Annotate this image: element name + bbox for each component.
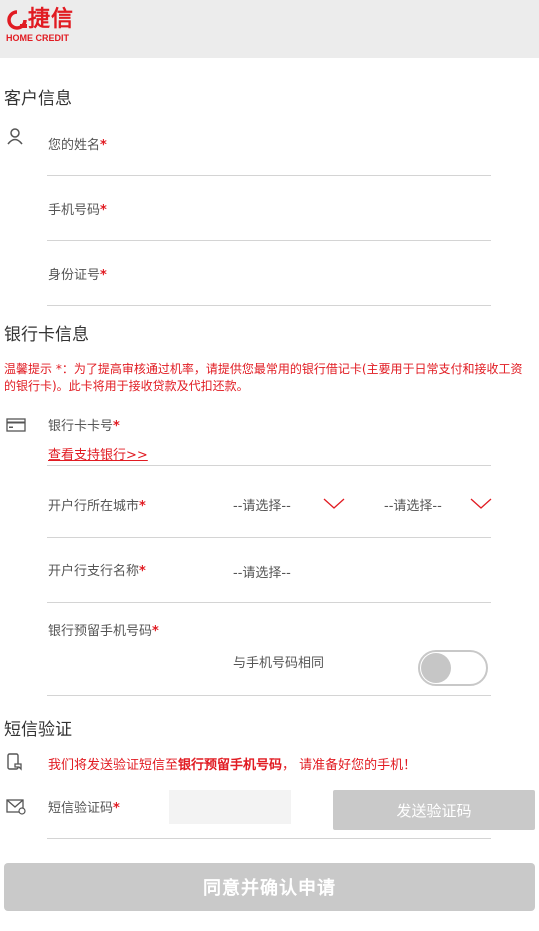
bank-card-icon (6, 418, 26, 432)
id-number-field[interactable] (47, 305, 491, 306)
header-bar: 捷信 HOME CREDIT (0, 0, 539, 58)
card-number-label: 银行卡卡号* (48, 419, 120, 434)
divider (47, 695, 491, 696)
phone-label: 手机号码* (48, 203, 107, 218)
user-icon (7, 128, 23, 145)
id-number-label: 身份证号* (48, 268, 107, 283)
same-phone-label: 与手机号码相同 (233, 656, 325, 671)
supported-banks-link[interactable]: 查看支持银行>> (48, 444, 148, 463)
reserved-phone-label: 银行预留手机号码* (48, 624, 159, 639)
toggle-knob (421, 653, 451, 683)
divider (47, 838, 491, 839)
city-label: 开户行所在城市* (48, 499, 146, 514)
chevron-down-icon[interactable] (323, 498, 345, 510)
section-title-customer: 客户信息 (4, 89, 72, 109)
bank-notice: 温馨提示 *：为了提高审核通过机率，请提供您最常用的银行借记卡(主要用于日常支付… (4, 362, 523, 393)
branch-label: 开户行支行名称* (48, 564, 146, 579)
divider (47, 537, 491, 538)
divider (47, 602, 491, 603)
section-title-bank: 银行卡信息 (4, 325, 89, 345)
sms-notice: 我们将发送验证短信至银行预留手机号码， 请准备好您的手机！ (48, 758, 417, 773)
name-field[interactable] (47, 175, 491, 176)
phone-sms-icon (7, 753, 22, 771)
submit-button[interactable]: 同意并确认申请 (4, 863, 535, 911)
name-label: 您的姓名* (48, 138, 107, 153)
province-select[interactable]: --请选择-- (233, 495, 291, 514)
card-number-field[interactable] (47, 465, 491, 466)
home-credit-logo: 捷信 HOME CREDIT (6, 6, 96, 46)
logo-text-cn: 捷信 (28, 7, 75, 32)
logo-text-en: HOME CREDIT (6, 33, 69, 43)
send-code-button[interactable]: 发送验证码 (333, 790, 535, 830)
city-select[interactable]: --请选择-- (384, 495, 442, 514)
phone-field[interactable] (47, 240, 491, 241)
chevron-down-icon[interactable] (470, 498, 492, 510)
same-phone-toggle[interactable] (418, 650, 488, 686)
sms-code-input[interactable] (169, 790, 291, 824)
logo-mark-icon (7, 10, 27, 30)
branch-select[interactable]: --请选择-- (233, 562, 291, 581)
section-title-sms: 短信验证 (4, 720, 72, 740)
envelope-icon (6, 799, 26, 815)
sms-code-label: 短信验证码* (48, 801, 120, 816)
